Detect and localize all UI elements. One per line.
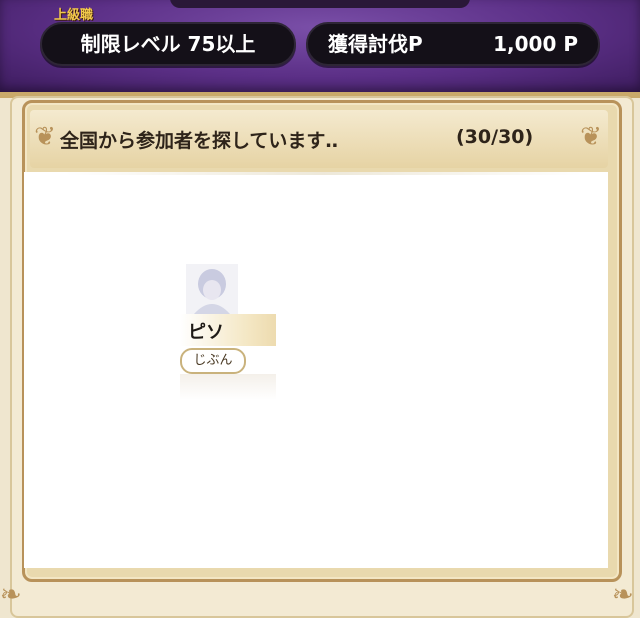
scroll-ornament-icon: ❦ [34,122,56,152]
player-card[interactable]: ピソ じぶん [180,264,276,400]
points-label: 獲得討伐P [328,32,423,56]
rank-label: 上級職 [54,8,94,23]
scroll-ornament-icon: ❦ [580,122,602,152]
panel-title: 全国から参加者を探しています‥ [60,130,339,152]
divider [64,172,584,175]
points-pill: 獲得討伐P 1,000 P [306,22,600,66]
corner-ornament-icon: ❧ [0,580,22,610]
self-tag: じぶん [180,348,246,374]
participant-count: (30/30) [456,126,534,148]
participant-area [24,172,608,568]
header-top-strip [170,0,470,8]
character-portrait-icon [186,264,238,314]
card-fade [180,374,276,400]
level-limit-pill: 制限レベル 75以上 [40,22,296,66]
points-value: 1,000 P [493,32,578,56]
corner-ornament-icon: ❧ [612,580,634,610]
player-name: ピソ [188,322,224,343]
